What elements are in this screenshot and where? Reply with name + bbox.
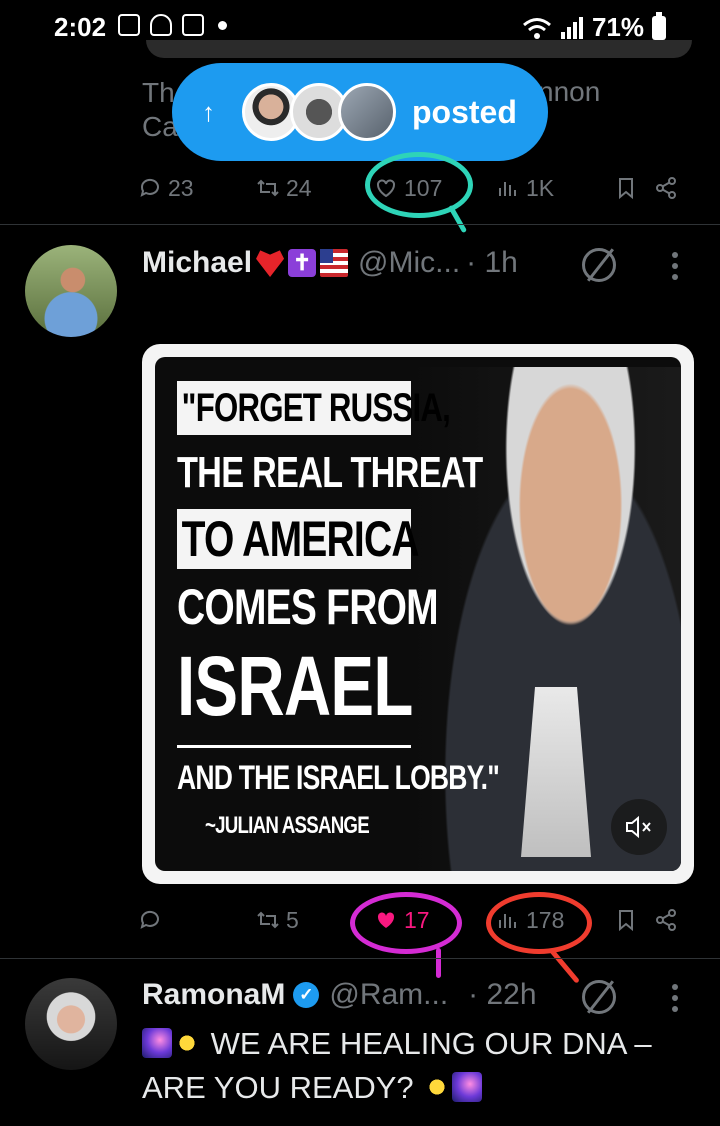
author-handle[interactable]: @Ram... — [329, 978, 448, 1012]
author-name[interactable]: RamonaM — [142, 978, 285, 1012]
speaker-muted-icon — [626, 815, 651, 839]
sparkles-emoji — [422, 1072, 453, 1102]
quote-attribution: ~JULIAN ASSANGE — [205, 812, 370, 839]
bookmark-icon — [619, 178, 633, 200]
battery-percent: 71% — [591, 12, 644, 42]
bookmark-button[interactable] — [614, 908, 638, 932]
calendar-icon — [182, 14, 204, 36]
repost-button[interactable]: 24 — [256, 175, 312, 202]
quote-text: "FORGET RUSSIA, THE REAL THREAT TO AMERI… — [177, 381, 500, 842]
post-time[interactable]: · 1h — [466, 246, 518, 280]
pill-avatars — [242, 83, 396, 141]
sparkles-emoji — [172, 1028, 202, 1058]
pill-label: posted — [412, 93, 517, 130]
share-icon — [656, 177, 676, 199]
status-time: 2:02 — [54, 12, 107, 42]
more-options-icon[interactable] — [672, 984, 680, 1012]
quote-line: ISRAEL — [177, 639, 413, 733]
views-button[interactable]: 1K — [496, 175, 554, 202]
author-name[interactable]: Michael — [142, 246, 252, 280]
mute-button[interactable] — [611, 799, 667, 855]
annotation-circle-teal — [365, 152, 473, 218]
person-add-icon — [150, 14, 172, 36]
repost-icon — [257, 179, 279, 197]
reply-button[interactable] — [138, 908, 168, 932]
tweet-header: Michael ✝ @Mic... · 1h — [142, 246, 518, 280]
more-options-icon[interactable] — [672, 252, 680, 280]
system-icons: 71% — [522, 11, 666, 43]
reply-button[interactable]: 23 — [138, 175, 194, 202]
annotation-tail-purple — [436, 948, 441, 978]
us-flag-emoji — [320, 249, 349, 277]
signal-icon — [560, 16, 583, 39]
bookmark-icon — [619, 910, 633, 932]
share-icon — [656, 909, 676, 931]
milky-way-emoji — [142, 1028, 172, 1058]
quote-line: TO AMERICA — [177, 509, 420, 569]
media-frame: "FORGET RUSSIA, THE REAL THREAT TO AMERI… — [155, 357, 681, 871]
grok-icon[interactable] — [582, 980, 616, 1014]
share-button[interactable] — [654, 908, 678, 932]
tweet-text[interactable]: WE ARE HEALING OUR DNA – ARE YOU READY? — [142, 1022, 702, 1110]
author-handle[interactable]: @Mic... — [358, 246, 460, 280]
avatar[interactable] — [25, 245, 117, 337]
quote-line: THE REAL THREAT — [177, 448, 483, 497]
annotation-tail-red — [549, 948, 580, 984]
tweet-header: RamonaM ✓ @Ram... · 22h — [142, 978, 537, 1012]
tweet-media-image[interactable]: "FORGET RUSSIA, THE REAL THREAT TO AMERI… — [142, 344, 694, 884]
repost-button[interactable]: 5 — [256, 907, 299, 934]
verified-badge-icon: ✓ — [293, 982, 320, 1008]
quote-line: COMES FROM — [177, 579, 439, 635]
battery-icon — [652, 11, 666, 40]
milky-way-emoji — [452, 1072, 483, 1102]
annotation-tail-teal — [447, 204, 468, 234]
bookmark-button[interactable] — [614, 176, 638, 200]
divider — [0, 224, 720, 225]
gallery-icon — [118, 14, 140, 36]
previous-tweet-card-edge — [146, 40, 692, 58]
annotation-circle-red — [486, 892, 592, 954]
annotation-circle-purple — [350, 892, 462, 954]
grok-icon[interactable] — [582, 248, 616, 282]
views-icon — [499, 182, 516, 196]
repost-icon — [257, 911, 279, 929]
new-posts-pill[interactable]: ↑ posted — [172, 63, 548, 161]
wifi-icon — [522, 17, 551, 39]
notification-icons — [118, 14, 227, 36]
reply-icon — [140, 178, 159, 197]
quote-line: AND THE ISRAEL LOBBY." — [177, 745, 500, 798]
reply-icon — [140, 910, 159, 929]
divider — [0, 958, 720, 959]
cross-emoji: ✝ — [288, 249, 317, 277]
post-time[interactable]: · 22h — [468, 978, 536, 1012]
avatar[interactable] — [25, 978, 117, 1070]
avatar — [338, 83, 396, 141]
dot-icon — [218, 20, 227, 30]
quote-line: "FORGET RUSSIA, — [177, 381, 451, 435]
red-heart-emoji — [256, 250, 285, 277]
arrow-up-icon: ↑ — [202, 96, 215, 127]
share-button[interactable] — [654, 176, 678, 200]
